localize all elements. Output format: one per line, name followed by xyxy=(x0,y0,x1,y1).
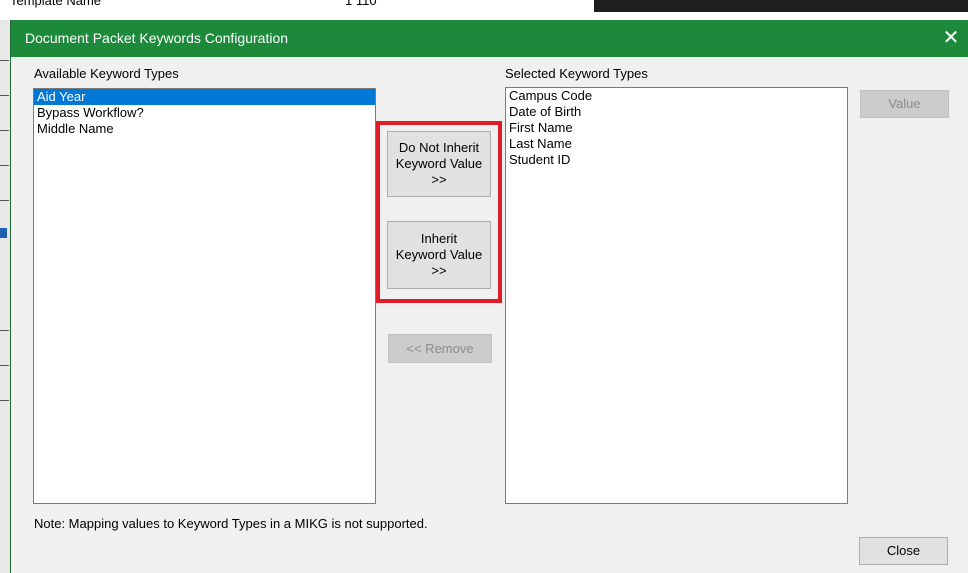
list-item[interactable]: Campus Code xyxy=(506,88,847,104)
highlight-annotation xyxy=(376,121,502,303)
list-item[interactable]: Aid Year xyxy=(34,89,375,105)
background-gridline xyxy=(0,165,9,166)
list-item[interactable]: Student ID xyxy=(506,152,847,168)
keywords-config-dialog: Document Packet Keywords Configuration ✕… xyxy=(10,20,968,573)
mikg-note: Note: Mapping values to Keyword Types in… xyxy=(34,516,428,531)
background-gridline xyxy=(0,365,9,366)
background-gridline xyxy=(0,200,9,201)
background-gridline xyxy=(0,330,9,331)
background-field-value: 1 110 xyxy=(345,0,377,8)
list-item[interactable]: Last Name xyxy=(506,136,847,152)
available-keyword-types-label: Available Keyword Types xyxy=(34,66,179,81)
background-gridline xyxy=(0,400,9,401)
list-item[interactable]: First Name xyxy=(506,120,847,136)
available-keyword-types-list[interactable]: Aid Year Bypass Workflow? Middle Name xyxy=(33,88,376,504)
close-icon[interactable]: ✕ xyxy=(939,24,963,52)
background-dark-strip xyxy=(594,0,968,12)
background-selection-marker xyxy=(0,228,7,238)
close-button[interactable]: Close xyxy=(859,537,948,565)
value-button[interactable]: Value xyxy=(860,90,949,118)
dialog-title: Document Packet Keywords Configuration xyxy=(25,30,289,46)
background-gridline xyxy=(0,60,9,61)
background-field-label: Template Name xyxy=(10,0,102,8)
selected-keyword-types-list[interactable]: Campus Code Date of Birth First Name Las… xyxy=(505,87,848,504)
remove-button[interactable]: << Remove xyxy=(388,334,492,363)
background-gridline xyxy=(0,130,9,131)
dialog-titlebar: Document Packet Keywords Configuration ✕ xyxy=(11,20,968,57)
list-item[interactable]: Date of Birth xyxy=(506,104,847,120)
list-item[interactable]: Bypass Workflow? xyxy=(34,105,375,121)
selected-keyword-types-label: Selected Keyword Types xyxy=(505,66,648,81)
background-gridline xyxy=(0,95,9,96)
list-item[interactable]: Middle Name xyxy=(34,121,375,137)
